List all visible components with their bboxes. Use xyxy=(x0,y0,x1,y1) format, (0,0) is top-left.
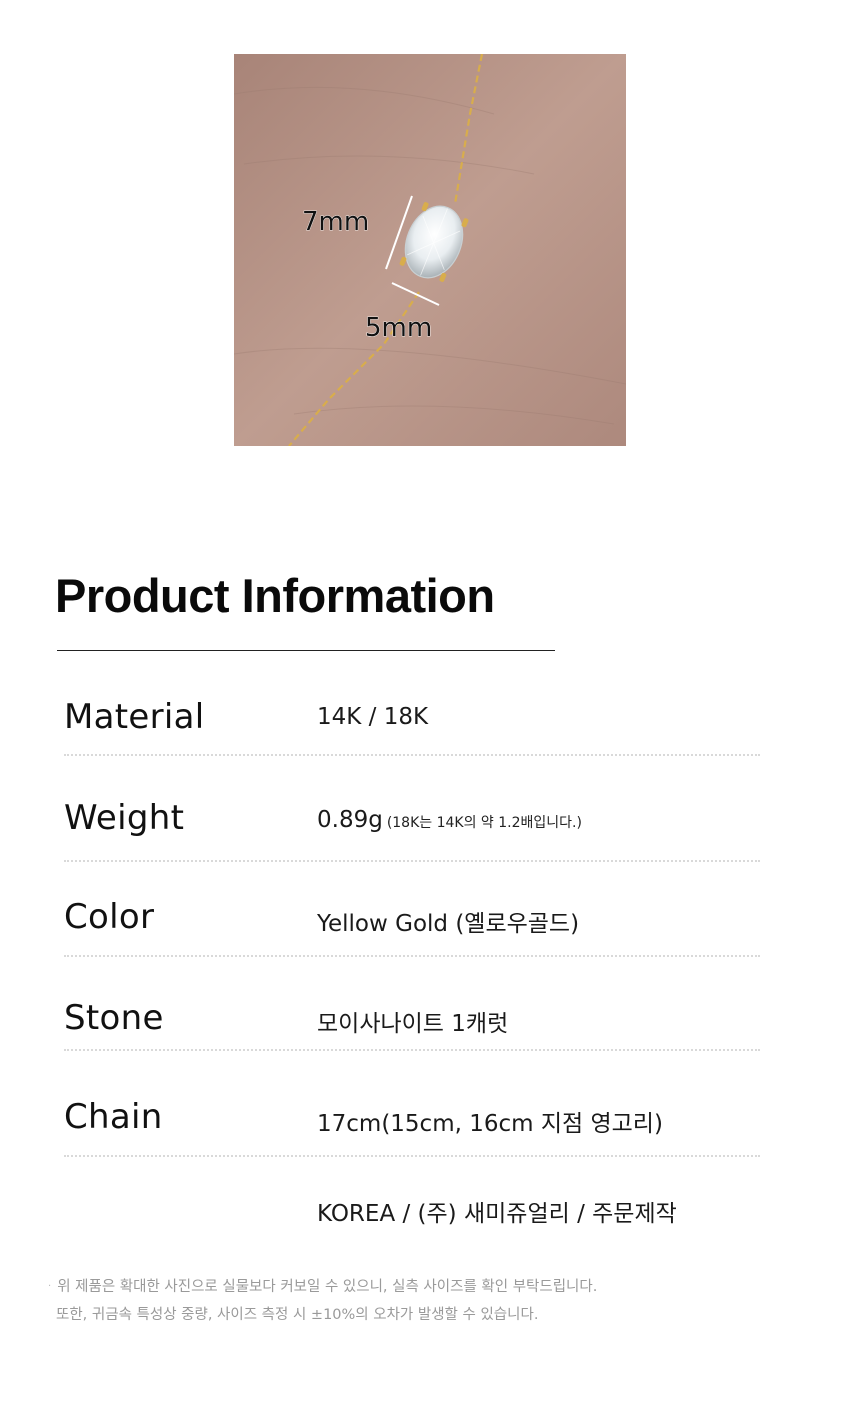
spec-value-origin: KOREA / (주) 새미쥬얼리 / 주문제작 xyxy=(317,1201,677,1227)
row-divider xyxy=(64,1049,760,1051)
row-divider xyxy=(64,1155,760,1157)
spec-value-stone: 모이사나이트 1캐럿 xyxy=(317,1011,509,1037)
spec-label-material: Material xyxy=(64,697,205,737)
weight-note: (18K는 14K의 약 1.2배입니다.) xyxy=(386,815,582,831)
spec-label-stone: Stone xyxy=(64,998,164,1038)
dimension-width-label: 5mm xyxy=(365,313,432,343)
row-divider xyxy=(64,860,760,862)
row-divider xyxy=(64,754,760,756)
spec-label-weight: Weight xyxy=(64,798,185,838)
spec-value-material: 14K / 18K xyxy=(317,704,429,730)
row-divider xyxy=(64,955,760,957)
footnote-line-2: 또한, 귀금속 특성상 중량, 사이즈 측정 시 ±10%의 오차가 발생할 수… xyxy=(56,1307,539,1323)
spec-label-chain: Chain xyxy=(64,1097,163,1137)
title-divider xyxy=(57,650,555,651)
spec-label-color: Color xyxy=(64,897,155,937)
spec-value-weight: 0.89g (18K는 14K의 약 1.2배입니다.) xyxy=(317,807,582,833)
section-title: Product Information xyxy=(55,569,495,622)
dimension-height-label: 7mm xyxy=(302,207,369,237)
spec-value-color: Yellow Gold (옐로우골드) xyxy=(317,911,580,937)
product-photo: 7mm 5mm xyxy=(234,54,626,446)
spec-value-chain: 17cm(15cm, 16cm 지점 영고리) xyxy=(317,1111,663,1137)
footnote-text-1: 위 제품은 확대한 사진으로 실물보다 커보일 수 있으니, 실측 사이즈를 확… xyxy=(57,1279,598,1295)
bullet-icon: · xyxy=(48,1281,52,1292)
weight-value: 0.89g xyxy=(317,807,383,833)
footnote-line-1: · 위 제품은 확대한 사진으로 실물보다 커보일 수 있으니, 실측 사이즈를 … xyxy=(48,1275,597,1296)
